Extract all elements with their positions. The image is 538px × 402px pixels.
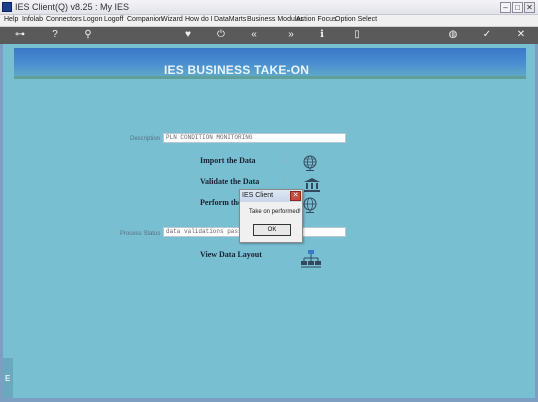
menu-help[interactable]: Help: [4, 16, 18, 23]
window-close-button[interactable]: ✕: [524, 2, 535, 13]
page-icon[interactable]: ▯: [351, 29, 363, 41]
validate-data-label: Validate the Data: [200, 177, 260, 186]
menu-logon[interactable]: Logon: [83, 16, 102, 23]
key-icon[interactable]: ⊶: [10, 29, 30, 41]
menu-action-focus[interactable]: Action Focus: [296, 16, 336, 23]
power-icon[interactable]: ⏻: [215, 29, 227, 41]
dialog-title-bar: IES Client ✕: [240, 190, 302, 202]
heart-icon[interactable]: ♥: [182, 29, 194, 41]
rewind-icon[interactable]: «: [248, 29, 260, 41]
data-layout-icon[interactable]: [301, 250, 321, 268]
dialog-close-button[interactable]: ✕: [290, 191, 301, 201]
help-icon[interactable]: ?: [49, 29, 61, 41]
import-data-label: Import the Data: [200, 156, 256, 165]
menu-option-select[interactable]: Option Select: [335, 16, 377, 23]
validate-bank-icon[interactable]: [304, 178, 320, 192]
info-icon[interactable]: ℹ: [316, 29, 328, 41]
app-logo-icon: [2, 2, 12, 12]
close-icon[interactable]: ✕: [515, 29, 527, 41]
validate-marker: ¦: [284, 178, 286, 184]
description-field[interactable]: PLN CONDITION MONITORING: [163, 133, 346, 143]
ok-button[interactable]: OK: [253, 224, 291, 236]
toolbar: ⊶ ? ⚲ ♥ ⏻ « » ℹ ▯ ◍ ✓ ✕: [0, 27, 538, 44]
description-label: Description: [130, 136, 161, 142]
menu-bar: Help Infolab Connectors Logon Logoff Com…: [0, 15, 538, 27]
search-icon[interactable]: ⚲: [82, 29, 94, 41]
title-bar: IES Client(Q) v8.25 : My IES – □ ✕: [0, 0, 538, 15]
menu-datamarts[interactable]: DataMarts: [214, 16, 246, 23]
view-data-layout-label: View Data Layout: [200, 250, 262, 259]
dialog-message: Take on performed!: [249, 209, 301, 215]
message-dialog: IES Client ✕ Take on performed! OK: [239, 189, 303, 243]
import-globe-icon[interactable]: [302, 155, 318, 171]
window-title: IES Client(Q) v8.25 : My IES: [15, 2, 130, 12]
page-title: IES BUSINESS TAKE-ON: [164, 63, 310, 77]
forward-icon[interactable]: »: [285, 29, 297, 41]
menu-wizard[interactable]: Wizard: [161, 16, 183, 23]
page-header: IES BUSINESS TAKE-ON: [14, 48, 526, 79]
globe-icon[interactable]: ◍: [447, 29, 459, 41]
menu-logoff[interactable]: Logoff: [104, 16, 123, 23]
dialog-title: IES Client: [242, 192, 274, 199]
import-marker: ¦: [284, 157, 286, 163]
check-icon[interactable]: ✓: [481, 29, 493, 41]
menu-companion[interactable]: Companion: [127, 16, 163, 23]
perform-globe-icon[interactable]: [302, 197, 318, 213]
menu-infolab[interactable]: Infolab: [22, 16, 43, 23]
maximize-button[interactable]: □: [512, 2, 523, 13]
process-status-label: Process Status: [120, 231, 161, 237]
menu-connectors[interactable]: Connectors: [46, 16, 82, 23]
minimize-button[interactable]: –: [500, 2, 511, 13]
side-strip: E: [3, 358, 13, 398]
app-window: IES Client(Q) v8.25 : My IES – □ ✕ Help …: [0, 0, 538, 402]
side-strip-icon: E: [5, 374, 11, 383]
menu-how-do-i[interactable]: How do I: [185, 16, 213, 23]
perform-label: Perform the: [200, 198, 242, 207]
